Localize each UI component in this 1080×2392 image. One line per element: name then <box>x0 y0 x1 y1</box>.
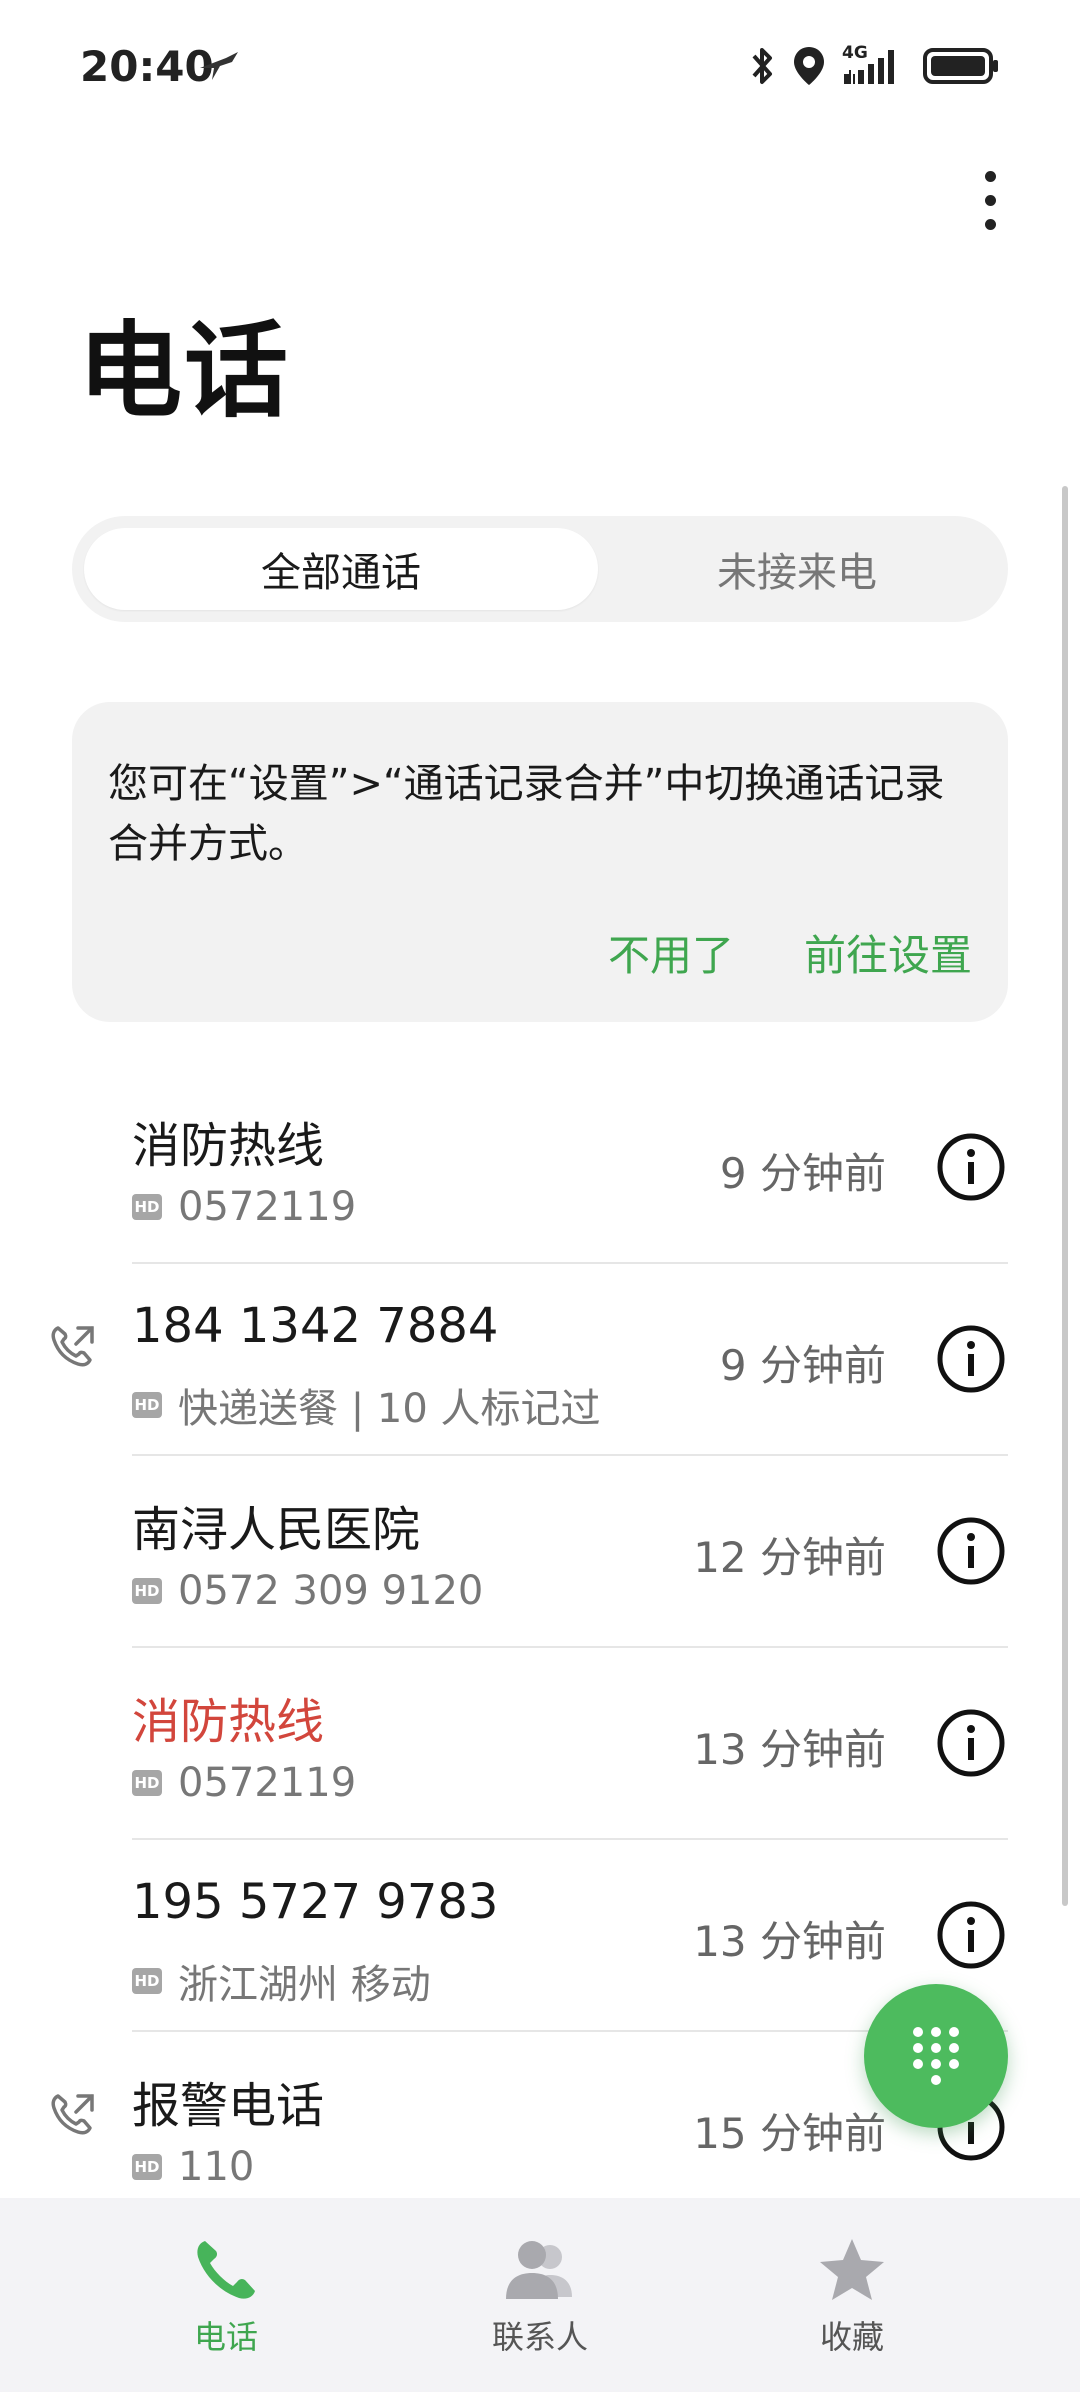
hd-badge: HD <box>132 1578 162 1604</box>
page-title: 电话 <box>78 310 291 432</box>
hd-badge: HD <box>132 1770 162 1796</box>
location-icon <box>794 47 824 85</box>
outgoing-call-icon <box>51 1326 94 1367</box>
call-name-missed: 消防热线 <box>132 1694 325 1750</box>
outgoing-call-icon <box>51 2094 94 2135</box>
more-dot-icon <box>984 194 996 206</box>
call-log-row[interactable]: 消防热线 HD 0572119 9 分钟前 <box>0 1072 1080 1264</box>
call-detail-text: 浙江湖州 移动 <box>178 1962 431 2008</box>
call-detail: HD 浙江湖州 移动 <box>132 1952 431 2010</box>
call-name: 南浔人民医院 <box>132 1502 421 1558</box>
call-detail: HD 0572119 <box>132 1760 356 1806</box>
dialpad-icon <box>913 2027 959 2085</box>
nav-contacts[interactable]: 联系人 <box>390 2198 690 2392</box>
list-scrollbar[interactable] <box>1062 486 1068 1906</box>
call-detail-text: 0572 309 9120 <box>178 1568 484 1614</box>
hd-badge: HD <box>132 1968 162 1994</box>
call-name: 184 1342 7884 <box>132 1298 499 1354</box>
phone-icon <box>197 2241 255 2299</box>
info-icon[interactable] <box>936 1900 1006 1970</box>
call-log-row[interactable]: 184 1342 7884 HD 快递送餐 | 10 人标记过 9 分钟前 <box>0 1264 1080 1456</box>
call-log-row[interactable]: 消防热线 HD 0572119 13 分钟前 <box>0 1648 1080 1840</box>
call-name: 195 5727 9783 <box>132 1874 499 1930</box>
hd-badge: HD <box>132 2154 162 2180</box>
nav-label: 电话 <box>193 2318 258 2356</box>
info-icon[interactable] <box>936 1516 1006 1586</box>
more-dot-icon <box>984 170 996 182</box>
call-log-row[interactable]: 南浔人民医院 HD 0572 309 9120 12 分钟前 <box>0 1456 1080 1648</box>
battery-icon <box>923 48 998 84</box>
call-time: 15 分钟前 <box>693 2109 886 2158</box>
call-detail-text: 0572119 <box>178 1184 357 1230</box>
tab-missed-calls[interactable]: 未接来电 <box>598 528 996 610</box>
call-time: 12 分钟前 <box>693 1533 886 1582</box>
status-icons: 4G <box>750 42 1000 90</box>
more-options-button[interactable] <box>958 158 1022 242</box>
call-name: 消防热线 <box>132 1118 325 1174</box>
info-icon[interactable] <box>936 1324 1006 1394</box>
status-time: 20:40 <box>80 42 214 91</box>
bottom-nav: 电话 联系人 收藏 <box>0 2198 1080 2392</box>
call-detail-text: 110 <box>178 2144 255 2190</box>
nav-favorites[interactable]: 收藏 <box>702 2198 1002 2392</box>
call-detail: HD 快递送餐 | 10 人标记过 <box>132 1376 601 1434</box>
hd-badge: HD <box>132 1194 162 1220</box>
nav-phone[interactable]: 电话 <box>76 2198 376 2392</box>
call-detail: HD 0572 309 9120 <box>132 1568 483 1614</box>
call-detail: HD 0572119 <box>132 1184 356 1230</box>
call-detail: HD 110 <box>132 2144 254 2190</box>
nav-label: 联系人 <box>491 2318 588 2356</box>
hd-badge: HD <box>132 1392 162 1418</box>
notice-text: 您可在“设置”>“通话记录合并”中切换通话记录合并方式。 <box>108 761 945 867</box>
notification-bird-icon <box>200 52 238 80</box>
dialpad-button[interactable] <box>864 1984 1008 2128</box>
merge-notice-card: 您可在“设置”>“通话记录合并”中切换通话记录合并方式。 不用了 前往设置 <box>72 702 1008 1022</box>
info-icon[interactable] <box>936 1708 1006 1778</box>
nav-label: 收藏 <box>819 2318 884 2356</box>
more-dot-icon <box>984 218 996 230</box>
dismiss-button[interactable]: 不用了 <box>608 922 734 983</box>
tab-all-calls[interactable]: 全部通话 <box>84 528 598 610</box>
bluetooth-icon <box>752 48 772 84</box>
call-name: 报警电话 <box>132 2078 325 2134</box>
call-filter-tabs: 全部通话 未接来电 <box>72 516 1008 622</box>
signal-icon: 4G <box>842 44 906 88</box>
contacts-icon <box>506 2241 572 2299</box>
call-detail-text: 0572119 <box>178 1760 357 1806</box>
call-time: 9 分钟前 <box>719 1149 886 1198</box>
call-detail-text: 快递送餐 | 10 人标记过 <box>178 1386 601 1432</box>
call-time: 13 分钟前 <box>693 1917 886 1966</box>
call-time: 13 分钟前 <box>693 1725 886 1774</box>
call-time: 9 分钟前 <box>719 1341 886 1390</box>
star-icon <box>820 2239 884 2300</box>
info-icon[interactable] <box>936 1132 1006 1202</box>
go-to-settings-button[interactable]: 前往设置 <box>804 922 972 983</box>
